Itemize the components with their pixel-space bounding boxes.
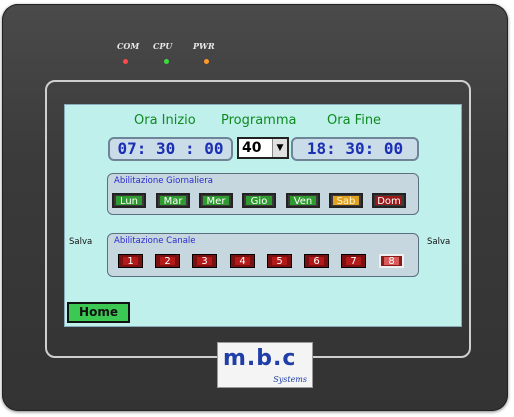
- start-time-field[interactable]: 07: 30 : 00: [108, 137, 233, 161]
- chevron-down-icon[interactable]: ▼: [272, 139, 287, 157]
- channel-label: 2: [160, 257, 175, 267]
- cpu-led-label: CPU: [153, 41, 173, 51]
- channel-button-5[interactable]: 5: [267, 254, 292, 268]
- mbc-systems-logo: m.b.c Systems: [217, 342, 313, 388]
- start-time-header: Ora Inizio: [134, 113, 196, 128]
- day-label: Mer: [203, 196, 229, 207]
- logo-subtitle: Systems: [273, 375, 307, 384]
- save-right-label[interactable]: Salva: [427, 237, 450, 247]
- day-button-lun[interactable]: Lun: [112, 193, 146, 208]
- channel-enable-group: Abilitazione Canale 1 2 3 4 5 6 7 8: [107, 233, 419, 277]
- channel-label: 6: [309, 257, 324, 267]
- channel-label: 4: [235, 257, 250, 267]
- channel-enable-title: Abilitazione Canale: [114, 236, 196, 246]
- save-left-label[interactable]: Salva: [69, 237, 92, 247]
- channel-button-7[interactable]: 7: [341, 254, 366, 268]
- logo-mark: m.b.c: [223, 346, 297, 371]
- day-button-sab[interactable]: Sab: [329, 193, 363, 208]
- end-time-header: Ora Fine: [327, 113, 382, 128]
- channel-label: 1: [123, 257, 138, 267]
- channel-button-8[interactable]: 8: [379, 254, 404, 268]
- channel-button-1[interactable]: 1: [118, 254, 143, 268]
- channel-button-6[interactable]: 6: [304, 254, 329, 268]
- program-select[interactable]: 40 ▼: [237, 137, 289, 159]
- daily-enable-title: Abilitazione Giornaliera: [114, 176, 213, 186]
- pwr-led-label: PWR: [193, 41, 215, 51]
- day-label: Mar: [160, 196, 186, 207]
- day-button-mer[interactable]: Mer: [199, 193, 233, 208]
- cpu-led-icon: [164, 59, 169, 64]
- day-label: Ven: [290, 196, 316, 207]
- channel-button-4[interactable]: 4: [230, 254, 255, 268]
- program-value: 40: [242, 140, 262, 156]
- channel-label: 7: [346, 257, 361, 267]
- day-button-dom[interactable]: Dom: [372, 193, 406, 208]
- channel-button-3[interactable]: 3: [192, 254, 217, 268]
- channel-label: 5: [272, 257, 287, 267]
- day-label: Sab: [333, 196, 359, 207]
- pwr-led-icon: [204, 59, 209, 64]
- day-button-ven[interactable]: Ven: [286, 193, 320, 208]
- day-button-mar[interactable]: Mar: [156, 193, 190, 208]
- touch-screen: Ora Inizio Programma Ora Fine 07: 30 : 0…: [64, 104, 462, 327]
- channel-label: 3: [197, 257, 212, 267]
- home-button[interactable]: Home: [67, 302, 130, 323]
- day-button-gio[interactable]: Gio: [242, 193, 276, 208]
- channel-label: 8: [384, 257, 399, 267]
- com-led-icon: [123, 59, 128, 64]
- com-led-label: COM: [117, 41, 140, 51]
- daily-enable-group: Abilitazione Giornaliera Lun Mar Mer Gio…: [107, 173, 419, 215]
- day-label: Lun: [116, 196, 142, 207]
- end-time-field[interactable]: 18: 30: 00: [291, 137, 419, 161]
- day-label: Gio: [246, 196, 272, 207]
- day-label: Dom: [376, 196, 402, 207]
- program-header: Programma: [221, 113, 297, 128]
- channel-button-2[interactable]: 2: [155, 254, 180, 268]
